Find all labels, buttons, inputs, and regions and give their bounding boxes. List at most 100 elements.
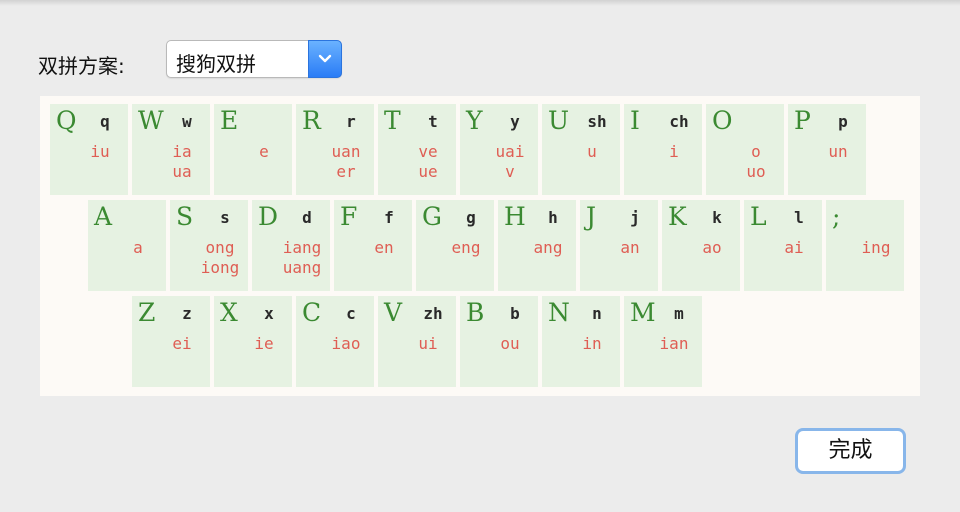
key-final: iang (282, 238, 322, 257)
key-k: Kk ao (662, 200, 740, 291)
key-final: in (582, 334, 602, 353)
key-letter: U (548, 106, 570, 135)
key-final: uan (331, 142, 361, 161)
key-final: e (259, 142, 269, 161)
key-final: ie (254, 334, 274, 353)
key-semicolon: ; ing (826, 200, 904, 291)
key-letter: S (176, 202, 194, 231)
key-initial: j (630, 208, 640, 227)
key-letter: R (302, 106, 321, 135)
key-initial: d (302, 208, 312, 227)
key-final: i (669, 142, 679, 161)
key-r: Rr uan er (296, 104, 374, 195)
key-o: Oo uo (706, 104, 784, 195)
key-letter: A (94, 202, 113, 231)
key-final: ve (418, 142, 438, 161)
key-u: Ush u (542, 104, 620, 195)
key-final: u (587, 142, 597, 161)
key-final: ue (418, 162, 438, 181)
key-p: Pp un (788, 104, 866, 195)
key-initial: zh (423, 304, 443, 323)
key-letter: M (630, 298, 656, 327)
key-y: Yy uai v (460, 104, 538, 195)
key-letter: K (668, 202, 687, 231)
key-final: uai (495, 142, 525, 161)
key-v: Vzh ui (378, 296, 456, 387)
key-initial: x (264, 304, 274, 323)
key-final: en (374, 238, 394, 257)
key-letter: X (220, 298, 238, 327)
scheme-label: 双拼方案: (38, 54, 125, 78)
key-initial: sh (587, 112, 607, 131)
key-final: ia (172, 142, 192, 161)
key-initial: k (712, 208, 722, 227)
key-letter: T (384, 106, 401, 135)
key-j: Jj an (580, 200, 658, 291)
key-initial: q (100, 112, 110, 131)
key-final: v (505, 162, 515, 181)
key-final: uang (282, 258, 322, 277)
key-letter: P (794, 106, 811, 135)
key-letter: O (712, 106, 733, 135)
scheme-select-value: 搜狗双拼 (176, 52, 256, 76)
key-initial: r (346, 112, 356, 131)
key-initial: p (838, 112, 848, 131)
key-letter: B (466, 298, 485, 327)
key-letter: Z (138, 298, 156, 327)
key-initial: s (220, 208, 230, 227)
key-final: iong (200, 258, 240, 277)
key-final: er (336, 162, 356, 181)
key-final: ui (418, 334, 438, 353)
key-n: Nn in (542, 296, 620, 387)
key-b: Bb ou (460, 296, 538, 387)
key-x: Xx ie (214, 296, 292, 387)
key-final: uo (746, 162, 766, 181)
key-initial: g (466, 208, 476, 227)
key-initial: h (548, 208, 558, 227)
key-final: a (133, 238, 143, 257)
key-final: eng (451, 238, 481, 257)
key-final: an (620, 238, 640, 257)
key-d: Dd iang uang (252, 200, 330, 291)
key-initial: y (510, 112, 520, 131)
key-m: Mm ian (624, 296, 702, 387)
key-letter: J (586, 202, 597, 231)
key-i: Ich i (624, 104, 702, 195)
key-letter: E (220, 106, 239, 135)
key-letter: F (340, 202, 358, 231)
key-letter: V (384, 298, 403, 327)
key-letter: N (548, 298, 570, 327)
key-initial: c (346, 304, 356, 323)
key-initial: z (182, 304, 192, 323)
key-final: ian (659, 334, 689, 353)
chevron-down-icon (318, 54, 332, 63)
scheme-select[interactable]: 搜狗双拼 (166, 40, 342, 78)
key-final: ei (172, 334, 192, 353)
key-final: ou (500, 334, 520, 353)
key-w: Ww ia ua (132, 104, 210, 195)
key-letter: W (138, 106, 164, 135)
key-final: iao (331, 334, 361, 353)
key-letter: ; (832, 202, 841, 231)
key-final: ao (702, 238, 722, 257)
keyboard-layout: Qq iu Ww ia ua Ee Rr uan er Tt ve ue Yy uai v Ush u Ich i O… (40, 96, 920, 396)
key-c: Cc iao (296, 296, 374, 387)
key-e: Ee (214, 104, 292, 195)
key-final: ua (172, 162, 192, 181)
key-f: Ff en (334, 200, 412, 291)
key-g: Gg eng (416, 200, 494, 291)
key-initial: ch (669, 112, 689, 131)
key-letter: Q (56, 106, 77, 135)
key-initial: l (794, 208, 804, 227)
key-final: un (828, 142, 848, 161)
key-final: iu (90, 142, 110, 161)
scheme-select-arrow[interactable] (308, 40, 342, 78)
key-initial: t (428, 112, 438, 131)
key-initial: b (510, 304, 520, 323)
key-final: ong (205, 238, 235, 257)
key-h: Hh ang (498, 200, 576, 291)
key-letter: L (750, 202, 767, 231)
done-button[interactable]: 完成 (795, 428, 906, 474)
key-final: ang (533, 238, 563, 257)
key-letter: G (422, 202, 442, 231)
